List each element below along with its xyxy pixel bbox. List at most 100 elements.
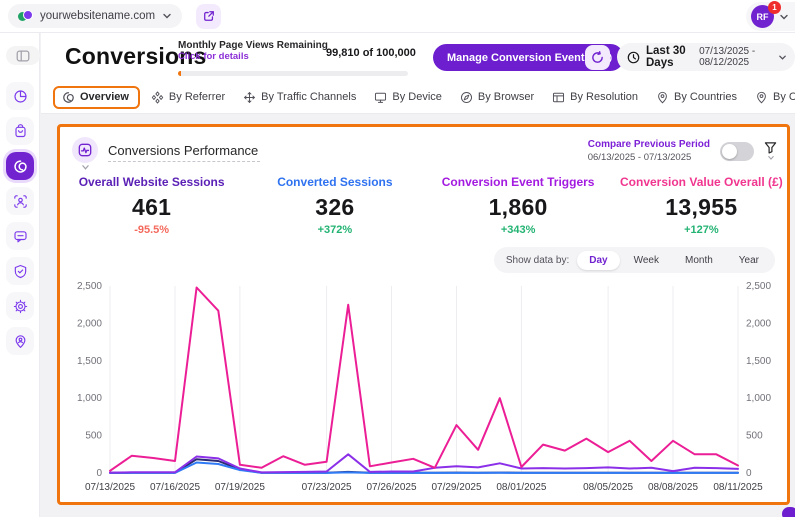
tab-label: By Device — [392, 91, 442, 103]
sidebar-item-location-user[interactable] — [6, 327, 34, 355]
notification-badge: 1 — [768, 1, 781, 14]
metric-label: Conversion Value Overall (£) — [610, 175, 793, 189]
pageviews-details-link[interactable]: Click for details — [178, 51, 458, 62]
compare-toggle[interactable] — [720, 142, 754, 161]
metric-overall-website-sessions: Overall Website Sessions461-95.5% — [60, 175, 243, 236]
y-axis-tick-left: 1,000 — [77, 393, 102, 404]
metric-conversion-event-triggers: Conversion Event Triggers 1,860 +343% — [427, 175, 610, 236]
monitor-icon — [374, 91, 387, 104]
metric-delta: +127% — [610, 224, 793, 236]
external-link-icon — [203, 10, 215, 22]
x-axis-tick: 07/16/2025 — [150, 482, 200, 493]
x-axis-tick: 07/19/2025 — [215, 482, 265, 493]
sidebar-item-user-focus[interactable] — [6, 187, 34, 215]
granularity-option-day[interactable]: Day — [577, 251, 619, 270]
series-converted-sessions — [110, 463, 738, 473]
arrows-icon — [243, 91, 256, 104]
tab-label: By Traffic Channels — [261, 91, 356, 103]
chevron-down-icon — [779, 12, 789, 22]
metric-delta: +343% — [427, 224, 610, 236]
y-axis-tick-left: 500 — [85, 431, 102, 442]
y-axis-tick-right: 0 — [746, 468, 752, 479]
page-header: Conversions Monthly Page Views Remaining… — [41, 33, 795, 81]
report-tabs: Overview By Referrer By Traffic Channels By… — [41, 81, 795, 114]
metric-label: Conversion Event Triggers — [427, 175, 610, 189]
x-axis-tick: 08/08/2025 — [648, 482, 698, 493]
y-axis-tick-left: 2,000 — [77, 318, 102, 329]
y-axis-tick-right: 2,000 — [746, 318, 771, 329]
metrics-row: Overall Website Sessions461-95.5%Convert… — [60, 175, 793, 236]
tab-by-traffic-channels[interactable]: By Traffic Channels — [236, 86, 363, 109]
y-axis-tick-left: 1,500 — [77, 356, 102, 367]
settings-gear-icon — [13, 299, 28, 314]
range-dates: 07/13/2025 - 08/12/2025 — [699, 46, 772, 68]
location-user-icon — [13, 334, 28, 349]
y-axis-tick-right: 1,500 — [746, 356, 771, 367]
conversions-swirl-icon — [13, 159, 28, 174]
show-data-by-label: Show data by: — [506, 255, 569, 266]
chevron-down-icon — [778, 53, 787, 62]
granularity-option-week[interactable]: Week — [622, 251, 671, 270]
user-focus-icon — [13, 194, 28, 209]
clock-icon — [627, 51, 640, 64]
range-label: Last 30 Days — [646, 45, 693, 69]
chat-icon — [13, 229, 28, 244]
avatar: RF 1 — [751, 5, 774, 28]
main-content: 005005001,0001,0001,5001,5002,0002,0002,… — [41, 114, 795, 517]
metric-conversion-value-overall-: Conversion Value Overall (£) 13,955 +127% — [610, 175, 793, 236]
refresh-icon — [591, 51, 604, 64]
tab-by-referrer[interactable]: By Referrer — [144, 86, 232, 109]
filter-button[interactable] — [764, 141, 777, 161]
tab-by-countries[interactable]: By Countries — [649, 86, 744, 109]
metric-label: Converted Sessions — [243, 175, 426, 189]
diamonds-icon — [151, 91, 164, 104]
compass-icon — [460, 91, 473, 104]
sidebar-item-conversions-swirl[interactable] — [6, 152, 34, 180]
sidebar-item-orders-clipboard[interactable] — [6, 117, 34, 145]
series-conversion-event-triggers — [110, 454, 738, 472]
orders-clipboard-icon — [13, 124, 28, 139]
granularity-option-month[interactable]: Month — [673, 251, 725, 270]
chat-widget-bubble[interactable] — [782, 507, 795, 517]
website-selector[interactable]: yourwebsitename.com — [8, 4, 182, 28]
tab-overview[interactable]: Overview — [53, 86, 140, 109]
sidebar-item-shield-check[interactable] — [6, 257, 34, 285]
pageviews-value: 99,810 of 100,000 — [326, 47, 416, 59]
tab-label: By Cities — [773, 91, 795, 103]
refresh-button[interactable] — [585, 45, 610, 70]
sidebar-item-pie-chart[interactable] — [6, 82, 34, 110]
account-menu[interactable]: RF 1 — [746, 2, 795, 31]
activity-icon — [78, 143, 92, 157]
granularity-option-year[interactable]: Year — [727, 251, 771, 270]
funnel-icon — [764, 141, 777, 154]
metric-value: 1,860 — [427, 194, 610, 221]
sidebar-item-settings-gear[interactable] — [6, 292, 34, 320]
tab-by-browser[interactable]: By Browser — [453, 86, 541, 109]
metric-label: Overall Website Sessions — [60, 175, 243, 189]
map-pin-icon — [755, 91, 768, 104]
pageviews-progress-bar — [178, 71, 408, 76]
date-range-selector[interactable]: Last 30 Days 07/13/2025 - 08/12/2025 — [617, 43, 795, 71]
tab-by-resolution[interactable]: By Resolution — [545, 86, 645, 109]
tab-by-cities[interactable]: By Cities — [748, 86, 795, 109]
website-name: yourwebsitename.com — [40, 10, 155, 22]
show-data-by-control: Show data by: DayWeekMonthYear — [494, 247, 775, 273]
y-axis-tick-right: 1,000 — [746, 393, 771, 404]
tab-by-device[interactable]: By Device — [367, 86, 449, 109]
panel-title: Conversions Performance — [108, 137, 260, 162]
tab-label: By Countries — [674, 91, 737, 103]
sidebar-item-chat[interactable] — [6, 222, 34, 250]
metric-delta: +372% — [243, 224, 426, 236]
map-pin-icon — [656, 91, 669, 104]
open-site-button[interactable] — [196, 4, 221, 29]
tab-label: By Referrer — [169, 91, 225, 103]
shield-check-icon — [13, 264, 28, 279]
performance-widget-button[interactable] — [72, 137, 98, 163]
y-axis-tick-right: 500 — [746, 431, 763, 442]
chevron-down-icon[interactable] — [81, 164, 90, 171]
sidebar-collapse-button[interactable] — [6, 46, 40, 65]
tab-label: Overview — [80, 91, 129, 103]
metric-converted-sessions: Converted Sessions326+372% — [243, 175, 426, 236]
pageviews-block: Monthly Page Views Remaining Click for d… — [178, 40, 458, 62]
metric-value: 13,955 — [610, 194, 793, 221]
